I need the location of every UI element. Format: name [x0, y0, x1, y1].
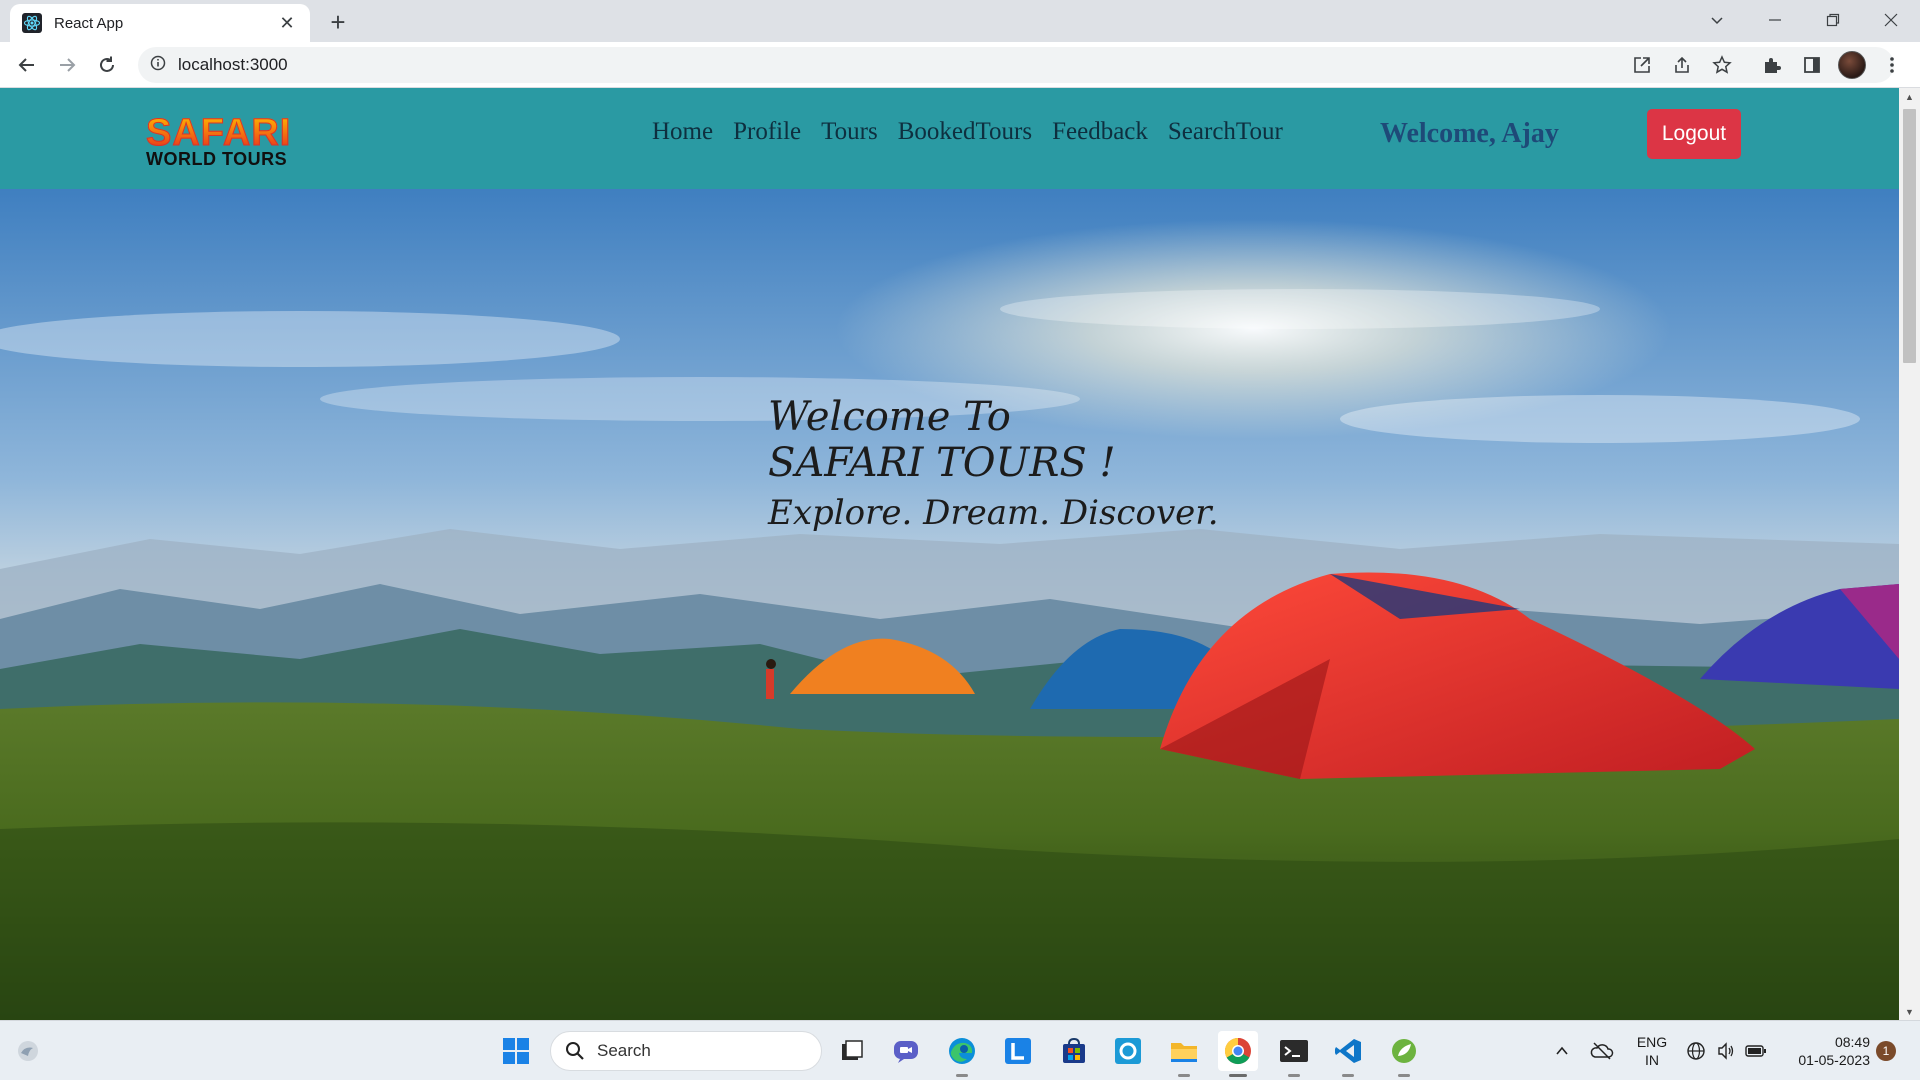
browser-toolbar: localhost:3000: [0, 42, 1920, 88]
language-code: ENG: [1636, 1034, 1668, 1050]
notification-badge[interactable]: 1: [1876, 1041, 1896, 1061]
nav-link-feedback[interactable]: Feedback: [1052, 118, 1148, 146]
running-indicator: [1178, 1074, 1190, 1077]
browser-tab[interactable]: React App ✕: [10, 4, 310, 42]
hero-title-line: SAFARI TOURS !: [768, 440, 1116, 486]
running-indicator: [1398, 1074, 1410, 1077]
system-clock[interactable]: 08:49 01-05-2023: [1776, 1033, 1870, 1069]
side-panel-icon[interactable]: [1796, 49, 1828, 81]
new-tab-button[interactable]: +: [322, 6, 354, 38]
safari-world-tours-logo[interactable]: SAFARI WORLD TOURS: [146, 114, 322, 169]
nav-link-tours[interactable]: Tours: [821, 118, 878, 146]
task-view-icon[interactable]: [832, 1031, 872, 1071]
hero-tagline: Explore. Dream. Discover.: [768, 493, 1219, 533]
running-indicator: [1288, 1074, 1300, 1077]
spring-tools-icon[interactable]: [1384, 1031, 1424, 1077]
react-favicon-icon: [22, 13, 42, 33]
nav-links: Home Profile Tours BookedTours Feedback …: [652, 118, 1283, 146]
nav-link-home[interactable]: Home: [652, 118, 713, 146]
scroll-down-arrow-icon[interactable]: ▼: [1899, 1003, 1920, 1020]
profile-avatar[interactable]: [1836, 49, 1868, 81]
clock-date: 01-05-2023: [1798, 1052, 1870, 1068]
window-controls: [1688, 0, 1920, 42]
l-app-icon[interactable]: [998, 1031, 1038, 1071]
extensions-puzzle-icon[interactable]: [1756, 49, 1788, 81]
hero-welcome-line: Welcome To: [768, 394, 1011, 440]
region-code: IN: [1645, 1052, 1659, 1068]
url-text: localhost:3000: [178, 55, 288, 74]
nav-link-search-tour[interactable]: SearchTour: [1168, 118, 1283, 146]
tab-title: React App: [54, 14, 124, 32]
battery-icon[interactable]: [1736, 1031, 1776, 1071]
widgets-weather-icon[interactable]: [8, 1031, 48, 1071]
teams-chat-icon[interactable]: [886, 1031, 926, 1071]
cortana-app-icon[interactable]: [1108, 1031, 1148, 1071]
page-viewport: SAFARI WORLD TOURS Home Profile Tours Bo…: [0, 88, 1899, 1020]
camping-landscape-image: [0, 189, 1899, 1020]
file-explorer-icon[interactable]: [1164, 1031, 1204, 1077]
chrome-menu-icon[interactable]: [1876, 49, 1908, 81]
bookmark-star-icon[interactable]: [1706, 49, 1738, 81]
running-indicator: [1229, 1074, 1247, 1077]
reload-icon[interactable]: [91, 49, 123, 81]
close-window-button[interactable]: [1862, 0, 1920, 40]
site-navbar: SAFARI WORLD TOURS Home Profile Tours Bo…: [0, 88, 1899, 189]
share-icon[interactable]: [1666, 49, 1698, 81]
hero-heading: Welcome To SAFARI TOURS ! Explore. Dream…: [768, 394, 1219, 540]
windows-taskbar: Search ENG IN 08:49 01-05-2023 1: [0, 1020, 1920, 1080]
nav-link-profile[interactable]: Profile: [733, 118, 801, 146]
search-icon: [566, 1042, 584, 1060]
taskbar-search-label: Search: [597, 1041, 651, 1060]
logo-title: SAFARI: [146, 114, 322, 153]
scroll-up-arrow-icon[interactable]: ▲: [1899, 88, 1920, 105]
running-indicator: [956, 1074, 968, 1077]
edge-browser-icon[interactable]: [942, 1031, 982, 1077]
avatar: [1838, 51, 1866, 79]
open-in-app-icon[interactable]: [1626, 49, 1658, 81]
forward-arrow-icon[interactable]: [51, 49, 83, 81]
scroll-thumb[interactable]: [1903, 109, 1916, 363]
back-arrow-icon[interactable]: [11, 49, 43, 81]
logo-subtitle: WORLD TOURS: [146, 149, 288, 169]
minimize-button[interactable]: [1746, 0, 1804, 40]
terminal-icon[interactable]: [1274, 1031, 1314, 1077]
chrome-browser-icon[interactable]: [1218, 1031, 1258, 1077]
site-info-icon[interactable]: [150, 55, 166, 76]
start-windows-icon[interactable]: [496, 1031, 536, 1071]
input-language-indicator[interactable]: ENG IN: [1630, 1033, 1674, 1069]
tab-search-chevron-icon[interactable]: [1688, 0, 1746, 40]
page-scrollbar[interactable]: ▲ ▼: [1899, 88, 1920, 1020]
restore-button[interactable]: [1804, 0, 1862, 40]
running-indicator: [1342, 1074, 1354, 1077]
tab-close-icon[interactable]: ✕: [276, 12, 298, 34]
microsoft-store-icon[interactable]: [1054, 1031, 1094, 1071]
onedrive-offline-icon[interactable]: [1582, 1031, 1622, 1071]
show-hidden-icons-chevron-icon[interactable]: [1542, 1031, 1582, 1071]
logout-button[interactable]: Logout: [1647, 109, 1741, 159]
nav-link-booked-tours[interactable]: BookedTours: [898, 118, 1032, 146]
welcome-user-text: Welcome, Ajay: [1380, 118, 1559, 149]
hero-banner: Welcome To SAFARI TOURS ! Explore. Dream…: [0, 189, 1899, 1020]
clock-time: 08:49: [1834, 1034, 1870, 1050]
browser-tabstrip: React App ✕ +: [0, 0, 1920, 42]
vscode-icon[interactable]: [1328, 1031, 1368, 1077]
taskbar-search-box[interactable]: Search: [550, 1031, 822, 1071]
